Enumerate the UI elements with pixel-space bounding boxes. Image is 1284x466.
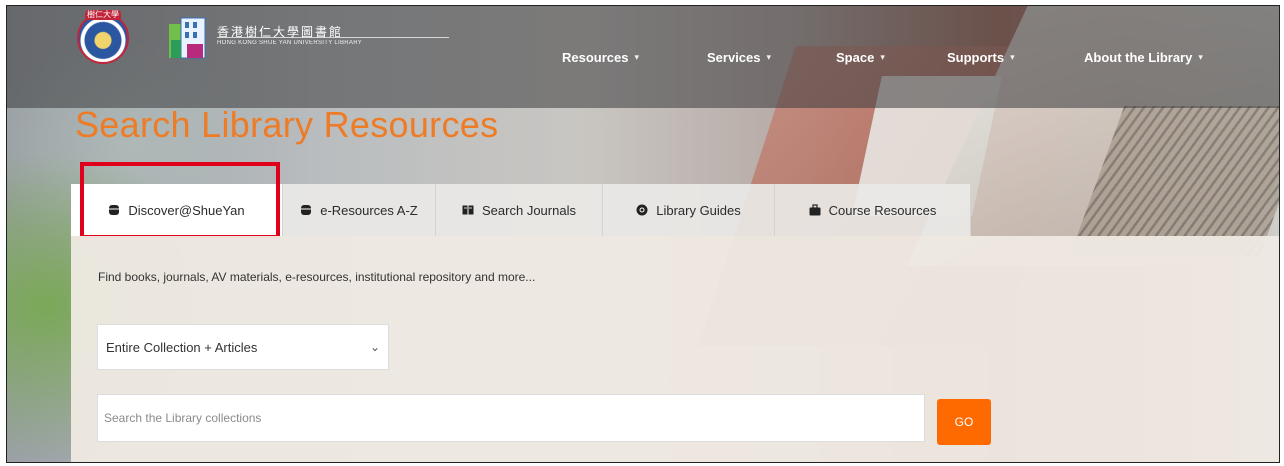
nav-label: About the Library (1084, 50, 1193, 65)
tab-label: Search Journals (482, 202, 576, 218)
tab-e-resources-a-z[interactable]: e-Resources A-Z (283, 184, 436, 236)
nav-label: Supports (947, 50, 1005, 65)
database-icon (301, 205, 312, 215)
collection-select-value: Entire Collection + Articles (106, 339, 258, 355)
browser-frame: 樹仁大學 香港樹仁大學圖書館 HONG KONG SHUE YAN UNIVER… (6, 5, 1280, 463)
caret-down-icon: ▾ (1198, 52, 1203, 62)
journal-icon (462, 205, 474, 215)
caret-down-icon: ▾ (766, 52, 772, 62)
chevron-down-icon: ⌄ (369, 340, 380, 354)
tab-label: Course Resources (828, 202, 937, 218)
logo-divider (217, 37, 449, 38)
nav-label: Services (707, 50, 761, 65)
highlight-box (80, 162, 280, 239)
library-name-english: HONG KONG SHUE YAN UNIVERSITY LIBRARY (217, 40, 363, 46)
tab-library-guides[interactable]: Library Guides (603, 184, 775, 236)
nav-label: Space (836, 50, 875, 65)
tab-label: e-Resources A-Z (320, 202, 418, 218)
nav-resources[interactable]: Resources ▾ (562, 50, 639, 65)
seal-logo-text: 樹仁大學 (85, 10, 121, 20)
search-panel: Find books, journals, AV materials, e-re… (71, 236, 1279, 462)
nav-services[interactable]: Services ▾ (707, 50, 771, 65)
collection-select[interactable]: Entire Collection + Articles ⌄ (97, 324, 389, 370)
nav-space[interactable]: Space ▾ (836, 50, 885, 65)
library-building-logo[interactable] (167, 16, 209, 62)
go-button[interactable]: GO (937, 399, 991, 445)
caret-down-icon: ▾ (634, 52, 640, 62)
globe-icon (636, 204, 648, 216)
nav-supports[interactable]: Supports ▾ (947, 50, 1015, 65)
nav-about-the-library[interactable]: About the Library ▾ (1084, 50, 1203, 65)
top-navigation: 樹仁大學 香港樹仁大學圖書館 HONG KONG SHUE YAN UNIVER… (7, 6, 1279, 108)
briefcase-icon (809, 204, 821, 216)
page-title: Search Library Resources (75, 104, 499, 145)
tab-search-journals[interactable]: Search Journals (436, 184, 603, 236)
tab-course-resources[interactable]: Course Resources (775, 184, 971, 236)
caret-down-icon: ▾ (1010, 52, 1015, 62)
search-input[interactable] (97, 394, 925, 442)
tab-label: Library Guides (656, 202, 741, 218)
search-description: Find books, journals, AV materials, e-re… (98, 270, 536, 284)
nav-label: Resources (562, 50, 629, 65)
caret-down-icon: ▾ (880, 52, 885, 62)
